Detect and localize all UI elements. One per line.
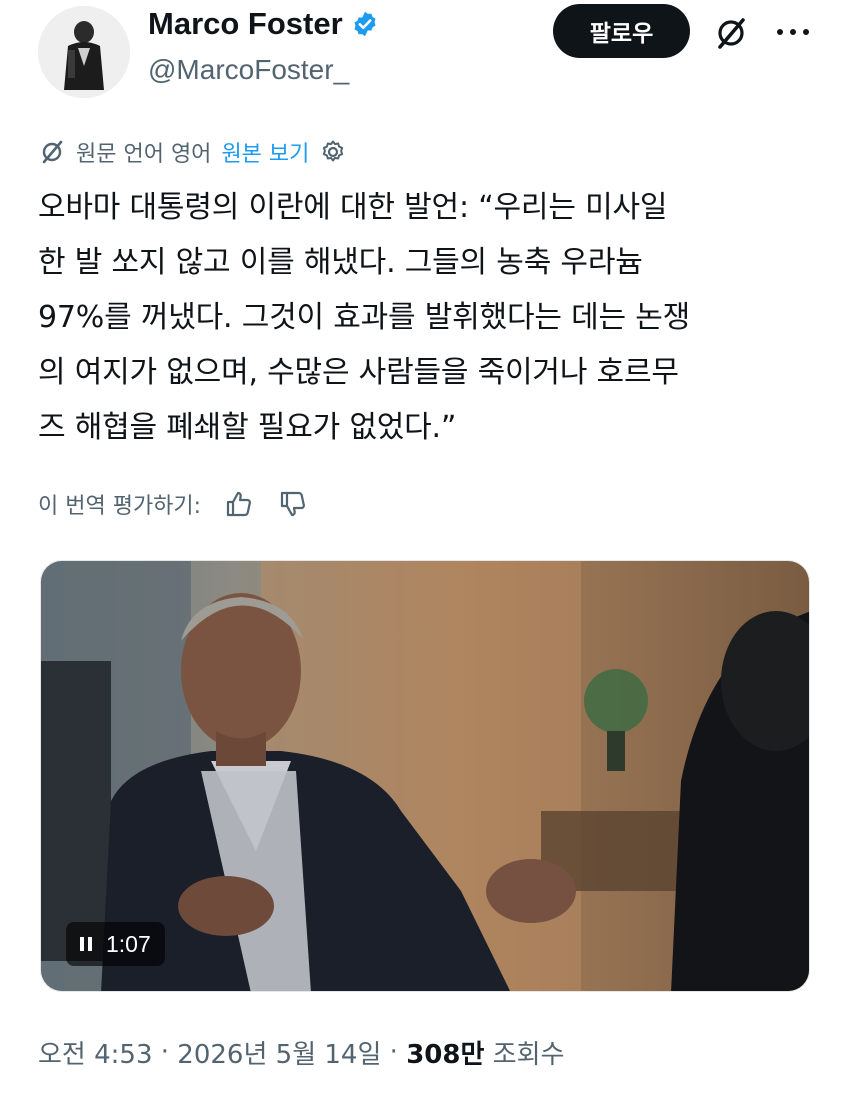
translation-bar: 원문 언어 영어 원본 보기 xyxy=(38,134,347,170)
source-language-label: 원문 언어 영어 xyxy=(76,142,212,167)
meta-separator: · xyxy=(381,1037,407,1067)
author-handle[interactable]: @MarcoFoster_ xyxy=(148,54,349,86)
tweet-text: 오바마 대통령의 이란에 대한 발언: “우리는 미사일 한 발 쏘지 않고 이… xyxy=(38,190,691,445)
view-count-label: 조회수 xyxy=(484,1039,565,1070)
rate-translation-label: 이 번역 평가하기: xyxy=(38,494,202,519)
tweet-date[interactable]: 2026년 5월 14일 xyxy=(177,1034,381,1071)
tweet-meta: 오전 4:53 · 2026년 5월 14일 · 308만 조회수 xyxy=(38,1032,564,1072)
dot xyxy=(790,29,796,35)
video-elapsed: 1:07 xyxy=(106,930,151,957)
tweet-time[interactable]: 오전 4:53 xyxy=(38,1034,153,1071)
translation-rating: 이 번역 평가하기: xyxy=(38,484,309,524)
grok-icon[interactable] xyxy=(712,14,750,52)
dot xyxy=(777,29,783,35)
thumbs-down-icon[interactable] xyxy=(277,488,309,520)
gear-icon[interactable] xyxy=(319,138,347,166)
avatar-photo xyxy=(38,6,130,98)
meta-separator: · xyxy=(152,1037,178,1067)
view-original-link[interactable]: 원본 보기 xyxy=(221,136,309,168)
view-count: 308만 xyxy=(406,1039,485,1070)
thumbs-up-icon[interactable] xyxy=(223,488,255,520)
author-name-row[interactable]: Marco Foster xyxy=(148,6,379,42)
pause-icon[interactable] xyxy=(80,937,92,951)
author-display-name[interactable]: Marco Foster xyxy=(148,6,343,42)
verified-badge-icon xyxy=(354,11,376,37)
video-timer[interactable]: 1:07 xyxy=(66,922,165,966)
grok-translate-icon xyxy=(42,140,63,164)
dot xyxy=(803,29,809,35)
author-avatar[interactable] xyxy=(38,6,130,98)
follow-button[interactable]: 팔로우 xyxy=(553,4,690,58)
more-options-icon[interactable] xyxy=(773,14,813,50)
